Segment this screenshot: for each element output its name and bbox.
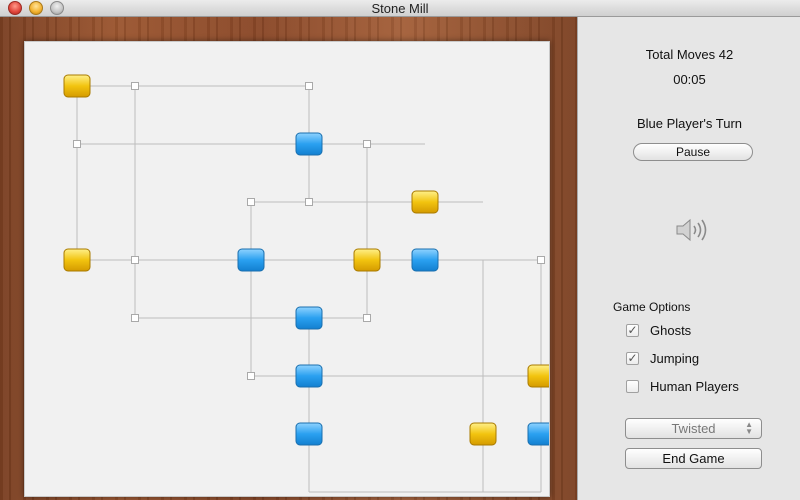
updown-arrows-icon: ▲ ▼ [745,420,753,436]
game-window: Stone Mill Total Moves 42 00:05 Blue Pla… [0,0,800,500]
board-point[interactable] [537,256,545,264]
turn-label: Blue Player's Turn [636,116,743,131]
board-point[interactable] [73,140,81,148]
ghosts-label: Ghosts [650,323,692,338]
blue-stone[interactable] [237,248,265,272]
ghosts-checkbox[interactable]: ✓ [626,324,639,337]
game-board[interactable] [24,41,550,497]
checkmark-icon: ✓ [627,323,638,337]
game-options-title: Game Options [613,300,691,314]
blue-stone[interactable] [295,422,323,446]
mode-select-value: Twisted [671,421,716,436]
blue-stone[interactable] [527,422,549,446]
blue-stone[interactable] [295,306,323,330]
total-moves-label: Total Moves 42 [645,47,734,62]
yellow-stone[interactable] [469,422,497,446]
pause-button[interactable]: Pause [633,143,753,161]
board-point[interactable] [363,314,371,322]
yellow-stone[interactable] [63,74,91,98]
timer-label: 00:05 [673,72,706,87]
human-players-checkbox[interactable] [626,380,639,393]
checkmark-icon: ✓ [627,351,638,365]
yellow-stone[interactable] [63,248,91,272]
board-point[interactable] [247,198,255,206]
yellow-stone[interactable] [353,248,381,272]
board-point[interactable] [247,372,255,380]
board-point[interactable] [131,82,139,90]
side-panel: Total Moves 42 00:05 Blue Player's Turn … [577,17,800,500]
wood-background [0,17,577,500]
yellow-stone[interactable] [527,364,549,388]
blue-stone[interactable] [411,248,439,272]
board-point[interactable] [131,256,139,264]
end-game-button[interactable]: End Game [625,448,762,469]
board-point[interactable] [305,82,313,90]
blue-stone[interactable] [295,132,323,156]
speaker-icon[interactable] [675,217,711,243]
jumping-checkbox[interactable]: ✓ [626,352,639,365]
human-players-label: Human Players [650,379,739,394]
title-bar: Stone Mill [0,0,800,17]
board-point[interactable] [305,198,313,206]
board-point[interactable] [363,140,371,148]
board-point[interactable] [131,314,139,322]
board-canvas[interactable] [25,42,549,496]
mode-select[interactable]: Twisted ▲ ▼ [625,418,762,439]
yellow-stone[interactable] [411,190,439,214]
jumping-label: Jumping [650,351,700,366]
window-title: Stone Mill [371,1,429,16]
blue-stone[interactable] [295,364,323,388]
